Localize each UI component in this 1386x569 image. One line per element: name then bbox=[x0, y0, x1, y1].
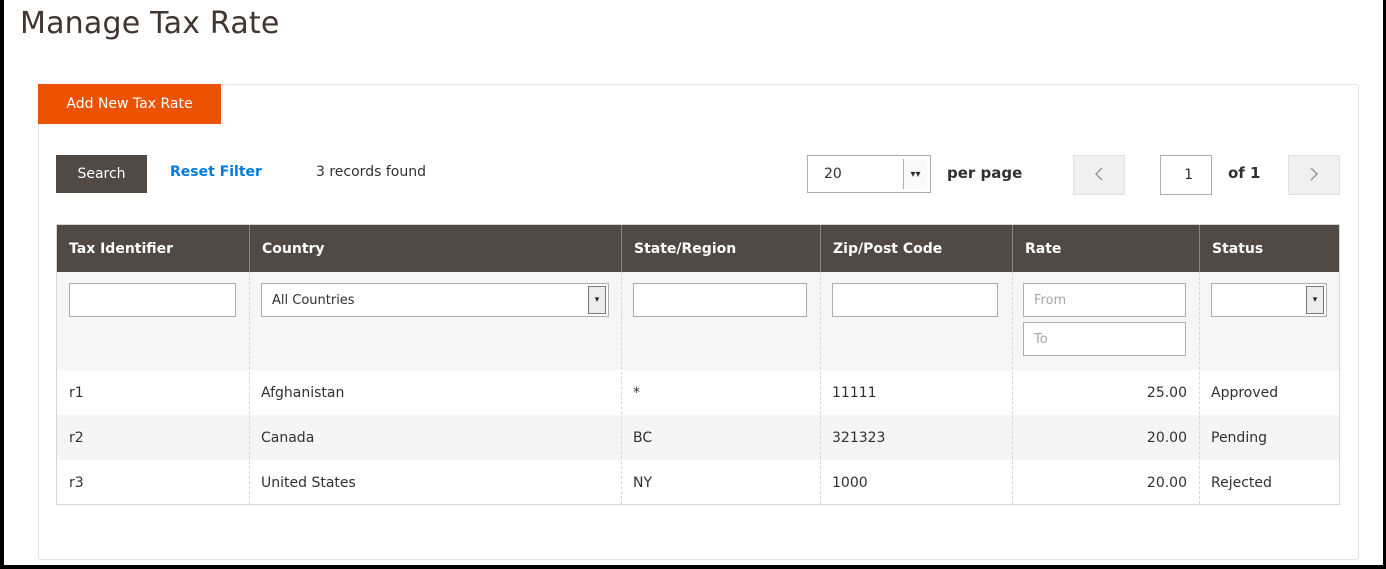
per-page-label: per page bbox=[947, 164, 1023, 182]
column-header-status[interactable]: Status bbox=[1199, 225, 1339, 272]
tax-identifier-filter-input[interactable] bbox=[69, 283, 236, 317]
column-header-rate[interactable]: Rate bbox=[1012, 225, 1199, 272]
previous-page-button[interactable] bbox=[1073, 155, 1125, 195]
per-page-select[interactable]: 20 ▾▾ bbox=[807, 155, 931, 193]
column-divider bbox=[1012, 272, 1013, 504]
total-pages-label: of 1 bbox=[1228, 164, 1261, 182]
zip-cell: 321323 bbox=[832, 429, 886, 446]
state-filter-input[interactable] bbox=[633, 283, 807, 317]
country-filter-select[interactable]: All Countries ▾ bbox=[261, 283, 609, 317]
page-title: Manage Tax Rate bbox=[20, 6, 280, 41]
state-cell: BC bbox=[633, 429, 653, 446]
chevron-left-icon bbox=[1094, 165, 1104, 186]
status-cell: Pending bbox=[1211, 429, 1267, 446]
tax-identifier-cell: r1 bbox=[69, 384, 84, 401]
column-header-state-region[interactable]: State/Region bbox=[621, 225, 820, 272]
column-header-tax-identifier[interactable]: Tax Identifier bbox=[57, 225, 249, 272]
rate-cell: 20.00 bbox=[1146, 474, 1187, 491]
zip-filter-input[interactable] bbox=[832, 283, 998, 317]
country-cell: Afghanistan bbox=[261, 384, 345, 401]
tax-identifier-cell: r2 bbox=[69, 429, 84, 446]
column-divider bbox=[621, 272, 622, 504]
chevron-down-icon[interactable]: ▾▾ bbox=[903, 159, 927, 189]
reset-filter-link[interactable]: Reset Filter bbox=[170, 164, 262, 180]
rate-cell: 20.00 bbox=[1146, 429, 1187, 446]
column-header-country[interactable]: Country bbox=[249, 225, 621, 272]
rate-from-input[interactable]: From bbox=[1023, 283, 1186, 317]
state-cell: * bbox=[633, 384, 640, 401]
state-cell: NY bbox=[633, 474, 653, 491]
search-button[interactable]: Search bbox=[56, 155, 147, 193]
column-divider bbox=[1199, 272, 1200, 504]
records-found-count: 3 records found bbox=[316, 164, 426, 180]
country-cell: United States bbox=[261, 474, 356, 491]
column-divider bbox=[820, 272, 821, 504]
per-page-value: 20 bbox=[824, 166, 842, 182]
grid-header: Tax Identifier Country State/Region Zip/… bbox=[57, 225, 1339, 272]
rate-to-input[interactable]: To bbox=[1023, 322, 1186, 356]
status-cell: Approved bbox=[1211, 384, 1279, 401]
status-filter-select[interactable]: ▾ bbox=[1211, 283, 1327, 317]
status-cell: Rejected bbox=[1211, 474, 1272, 491]
chevron-down-icon[interactable]: ▾ bbox=[588, 286, 606, 314]
chevron-down-icon[interactable]: ▾ bbox=[1306, 286, 1324, 314]
chevron-right-icon bbox=[1309, 165, 1319, 186]
rate-cell: 25.00 bbox=[1146, 384, 1187, 401]
column-header-zip-post-code[interactable]: Zip/Post Code bbox=[820, 225, 1012, 272]
country-cell: Canada bbox=[261, 429, 315, 446]
tax-rate-grid: Tax Identifier Country State/Region Zip/… bbox=[56, 224, 1340, 505]
zip-cell: 1000 bbox=[832, 474, 868, 491]
tax-identifier-cell: r3 bbox=[69, 474, 84, 491]
country-filter-value: All Countries bbox=[272, 292, 355, 308]
next-page-button[interactable] bbox=[1288, 155, 1340, 195]
add-new-tax-rate-button[interactable]: Add New Tax Rate bbox=[38, 84, 221, 124]
column-divider bbox=[249, 272, 250, 504]
zip-cell: 11111 bbox=[832, 384, 877, 401]
current-page-input[interactable]: 1 bbox=[1160, 155, 1212, 195]
